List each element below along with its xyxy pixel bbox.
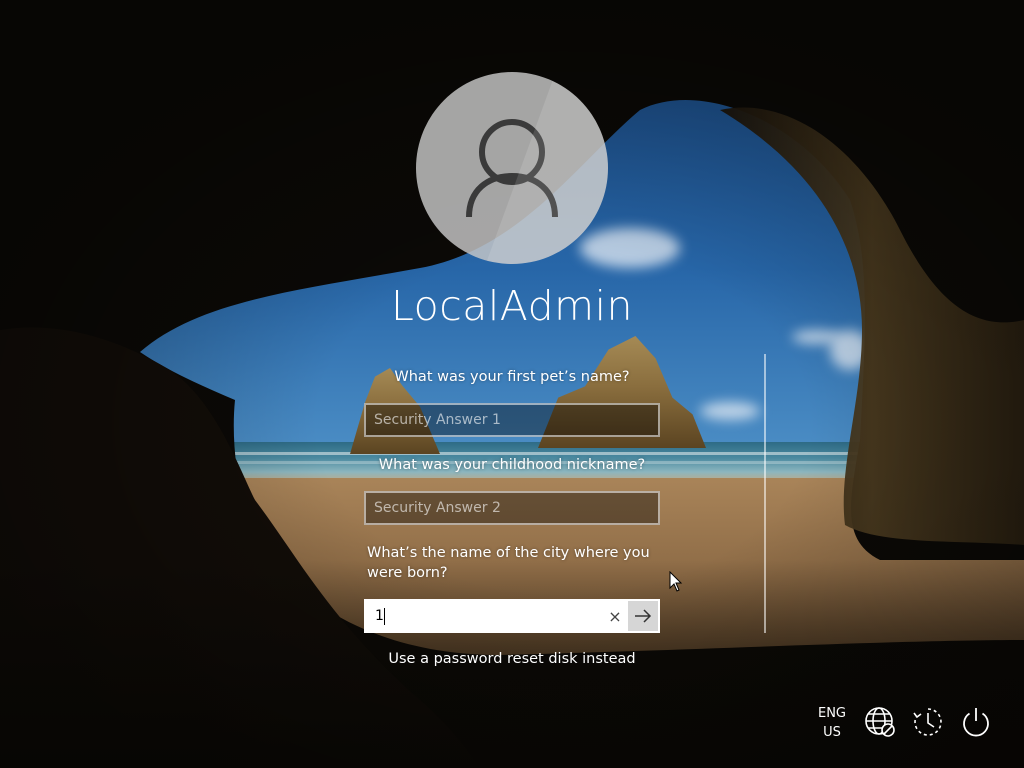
- clear-button[interactable]: ×: [602, 601, 628, 631]
- username: LocalAdmin: [391, 282, 633, 330]
- network-icon: [865, 707, 895, 737]
- power-icon: [963, 708, 989, 737]
- region-code: US: [823, 725, 841, 740]
- submit-button[interactable]: [628, 601, 658, 631]
- arrow-right-icon: [635, 609, 652, 623]
- security-answer-3-field: ×: [364, 599, 660, 633]
- ease-of-access-icon: [913, 708, 942, 736]
- text-caret: [384, 608, 385, 625]
- divider: [764, 354, 766, 633]
- language-code: ENG: [817, 706, 846, 721]
- security-answer-1-input[interactable]: [364, 403, 660, 437]
- ease-of-access-button[interactable]: [911, 705, 945, 739]
- language-switcher[interactable]: ENG US: [812, 704, 852, 742]
- security-question-1: What was your first pet’s name?: [394, 369, 630, 385]
- security-answer-3-input[interactable]: [366, 601, 602, 631]
- close-icon: ×: [608, 606, 622, 626]
- mouse-pointer-icon: [669, 571, 683, 592]
- security-question-3: What’s the name of the city where you we…: [367, 545, 650, 581]
- user-avatar: [416, 72, 608, 264]
- security-question-2: What was your childhood nickname?: [378, 457, 646, 473]
- password-reset-disk-link[interactable]: Use a password reset disk instead: [312, 651, 712, 667]
- network-button[interactable]: [863, 705, 897, 739]
- security-answer-2-input[interactable]: [364, 491, 660, 525]
- power-button[interactable]: [959, 705, 993, 739]
- user-icon: [466, 119, 558, 218]
- lock-screen: LocalAdmin What was your first pet’s nam…: [0, 0, 1024, 768]
